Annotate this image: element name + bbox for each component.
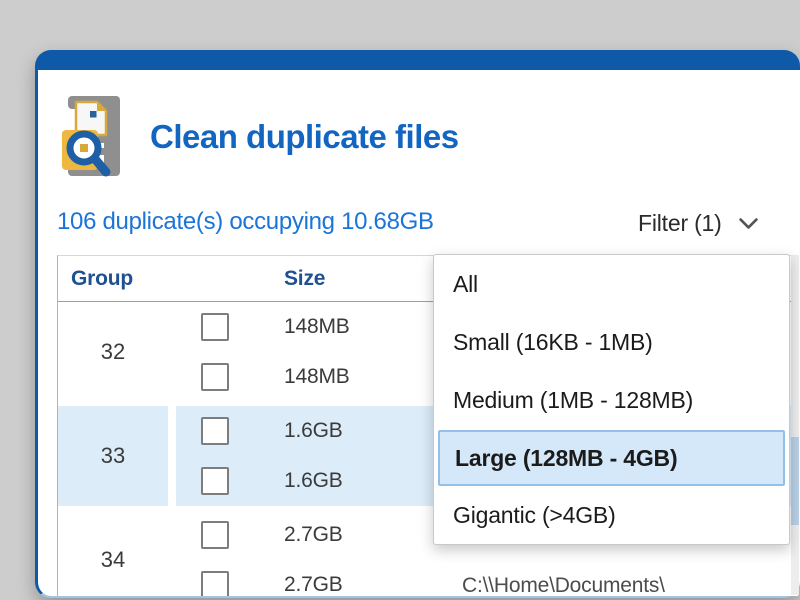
duplicates-summary: 106 duplicate(s) occupying 10.68GB	[57, 208, 434, 236]
file-size: 148MB	[284, 302, 350, 352]
file-checkbox[interactable]	[201, 571, 229, 596]
duplicate-file-search-icon	[58, 90, 138, 182]
file-size: 2.7GB	[284, 560, 343, 596]
column-header-size: Size	[284, 256, 325, 302]
file-checkbox[interactable]	[201, 313, 229, 341]
group-number-cell: 34	[58, 510, 168, 596]
filter-option-gigantic[interactable]: Gigantic (>4GB)	[434, 486, 789, 544]
filter-menu: All Small (16KB - 1MB) Medium (1MB - 128…	[433, 254, 790, 545]
column-divider	[168, 510, 176, 596]
filter-label: Filter (1)	[638, 210, 722, 237]
table-scrollbar[interactable]	[791, 255, 799, 595]
filter-option-small[interactable]: Small (16KB - 1MB)	[434, 313, 789, 371]
file-size: 1.6GB	[284, 456, 343, 506]
filter-button[interactable]: Filter (1)	[638, 208, 762, 238]
chevron-down-icon	[735, 210, 762, 237]
group-number-cell: 32	[58, 302, 168, 402]
group-number-cell: 33	[58, 406, 168, 506]
column-divider	[168, 302, 176, 402]
file-size: 1.6GB	[284, 406, 343, 456]
file-checkbox[interactable]	[201, 417, 229, 445]
file-checkbox[interactable]	[201, 521, 229, 549]
file-size: 2.7GB	[284, 510, 343, 560]
column-divider	[168, 406, 176, 506]
file-size: 148MB	[284, 352, 350, 402]
scrollbar-thumb[interactable]	[791, 437, 799, 525]
file-row[interactable]: 2.7GB C:\\Home\Documents\	[176, 560, 798, 596]
filter-option-all[interactable]: All	[434, 255, 789, 313]
filter-option-large[interactable]: Large (128MB - 4GB)	[438, 430, 785, 486]
file-checkbox[interactable]	[201, 467, 229, 495]
page-title: Clean duplicate files	[150, 118, 459, 156]
filter-option-medium[interactable]: Medium (1MB - 128MB)	[434, 371, 789, 429]
file-checkbox[interactable]	[201, 363, 229, 391]
column-header-group: Group	[71, 256, 133, 302]
file-path: C:\\Home\Documents\	[462, 560, 665, 596]
